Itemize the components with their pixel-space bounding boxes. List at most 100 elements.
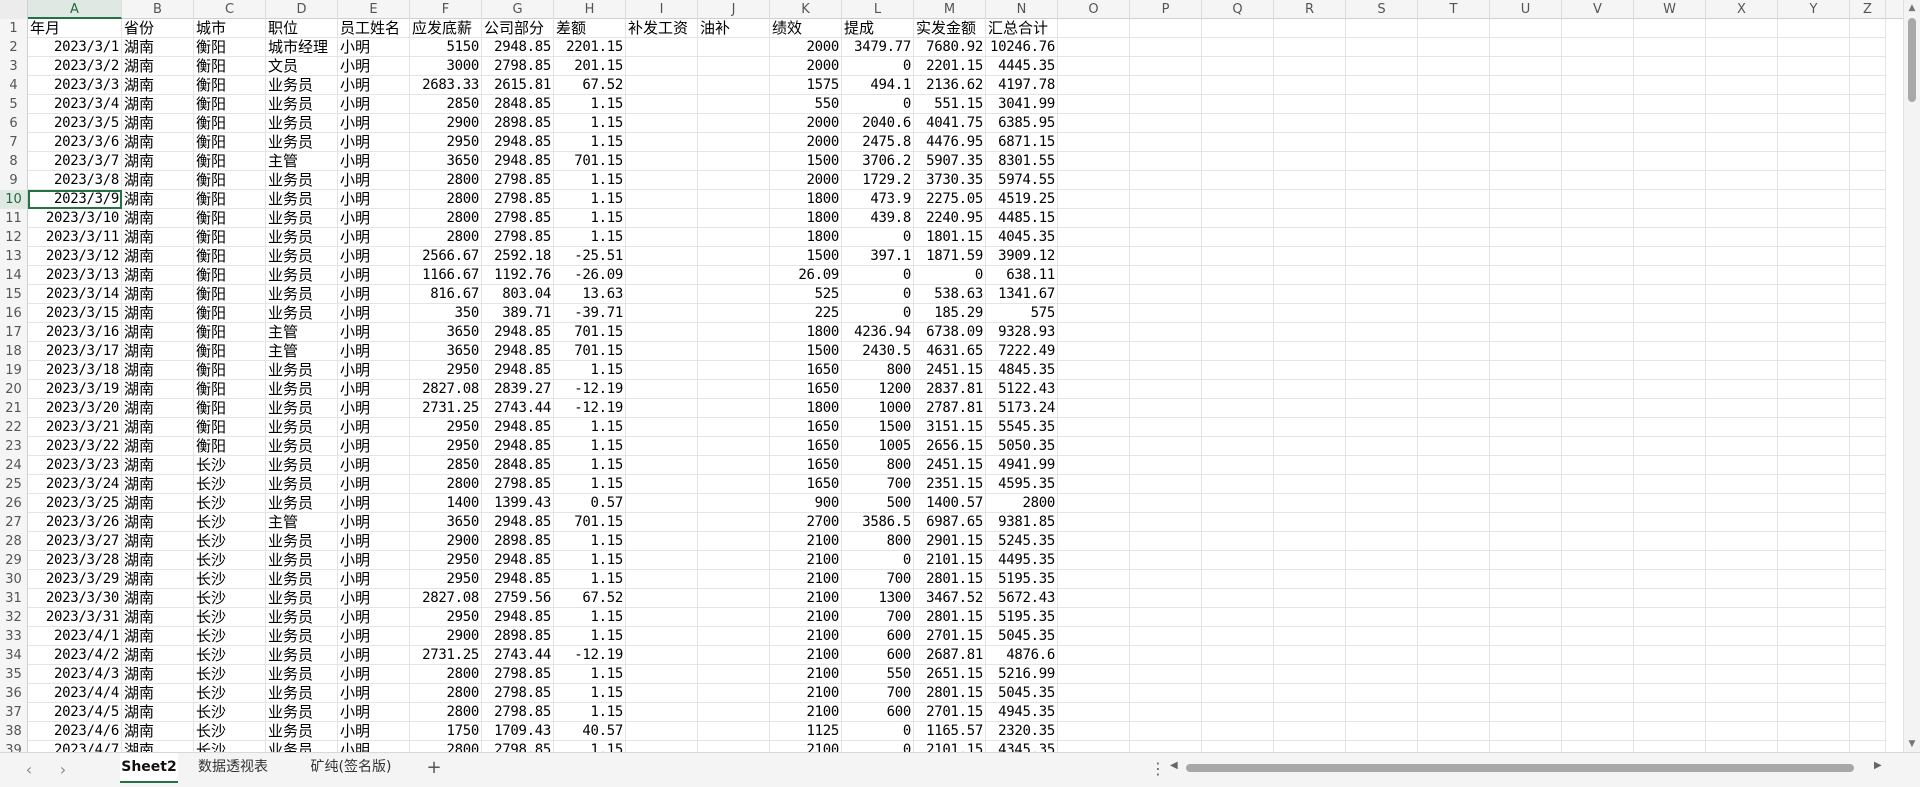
table-cell[interactable]: [698, 342, 770, 361]
table-cell[interactable]: [1274, 209, 1346, 228]
table-cell[interactable]: [1562, 475, 1634, 494]
table-cell[interactable]: [1850, 513, 1886, 532]
table-cell[interactable]: 2023/3/20: [28, 399, 122, 418]
table-cell[interactable]: [1706, 570, 1778, 589]
table-cell[interactable]: 2800: [410, 228, 482, 247]
table-cell[interactable]: [1706, 266, 1778, 285]
table-cell[interactable]: [1202, 152, 1274, 171]
table-cell[interactable]: 长沙: [194, 532, 266, 551]
table-cell[interactable]: [1562, 703, 1634, 722]
table-cell[interactable]: 2898.85: [482, 627, 554, 646]
table-cell[interactable]: [1346, 722, 1418, 741]
table-cell[interactable]: [698, 437, 770, 456]
table-cell[interactable]: [1706, 646, 1778, 665]
row-header-18[interactable]: 18: [0, 342, 28, 361]
table-cell[interactable]: 2023/4/5: [28, 703, 122, 722]
column-header-c[interactable]: C: [194, 0, 266, 19]
table-cell[interactable]: 185.29: [914, 304, 986, 323]
row-header-32[interactable]: 32: [0, 608, 28, 627]
chevron-left-icon[interactable]: ‹: [20, 761, 38, 779]
table-cell[interactable]: 3041.99: [986, 95, 1058, 114]
column-header-h[interactable]: H: [554, 0, 626, 19]
table-cell[interactable]: 湖南: [122, 114, 194, 133]
table-cell[interactable]: 4345.35: [986, 741, 1058, 752]
table-cell[interactable]: 0: [842, 551, 914, 570]
table-cell[interactable]: 长沙: [194, 608, 266, 627]
table-cell[interactable]: 2023/3/23: [28, 456, 122, 475]
table-cell[interactable]: [1634, 627, 1706, 646]
table-cell[interactable]: [1202, 304, 1274, 323]
table-cell[interactable]: 2023/3/24: [28, 475, 122, 494]
table-cell[interactable]: [1778, 304, 1850, 323]
table-cell[interactable]: [1490, 95, 1562, 114]
table-cell[interactable]: 业务员: [266, 76, 338, 95]
table-cell[interactable]: [698, 665, 770, 684]
table-cell[interactable]: [1562, 38, 1634, 57]
table-cell[interactable]: [1202, 380, 1274, 399]
table-cell[interactable]: [1562, 247, 1634, 266]
table-cell[interactable]: [1130, 532, 1202, 551]
table-cell[interactable]: 业务员: [266, 133, 338, 152]
table-cell[interactable]: 2100: [770, 570, 842, 589]
table-cell[interactable]: [1418, 57, 1490, 76]
table-cell[interactable]: [1706, 304, 1778, 323]
table-cell[interactable]: [1562, 76, 1634, 95]
table-cell[interactable]: 2320.35: [986, 722, 1058, 741]
table-cell[interactable]: [1778, 703, 1850, 722]
row-header-21[interactable]: 21: [0, 399, 28, 418]
table-cell[interactable]: [1850, 551, 1886, 570]
table-cell[interactable]: [1706, 342, 1778, 361]
table-cell[interactable]: [626, 703, 698, 722]
table-cell[interactable]: 湖南: [122, 722, 194, 741]
table-cell[interactable]: 湖南: [122, 665, 194, 684]
table-cell[interactable]: 67.52: [554, 76, 626, 95]
table-cell[interactable]: [1850, 722, 1886, 741]
table-cell[interactable]: [1562, 513, 1634, 532]
table-cell[interactable]: 2275.05: [914, 190, 986, 209]
table-cell[interactable]: [1706, 399, 1778, 418]
table-cell[interactable]: 2839.27: [482, 380, 554, 399]
table-cell[interactable]: 4876.6: [986, 646, 1058, 665]
table-cell[interactable]: 2683.33: [410, 76, 482, 95]
table-cell[interactable]: [1634, 190, 1706, 209]
table-cell[interactable]: [1706, 38, 1778, 57]
table-cell[interactable]: 2023/3/10: [28, 209, 122, 228]
table-cell[interactable]: [626, 95, 698, 114]
table-cell[interactable]: 0: [842, 266, 914, 285]
header-cell[interactable]: [1778, 19, 1850, 38]
table-cell[interactable]: [1634, 513, 1706, 532]
table-cell[interactable]: 湖南: [122, 570, 194, 589]
table-cell[interactable]: [1202, 627, 1274, 646]
table-cell[interactable]: 3706.2: [842, 152, 914, 171]
table-cell[interactable]: 小明: [338, 361, 410, 380]
table-cell[interactable]: 803.04: [482, 285, 554, 304]
table-cell[interactable]: [1634, 684, 1706, 703]
table-cell[interactable]: [1418, 323, 1490, 342]
table-cell[interactable]: [1562, 209, 1634, 228]
table-cell[interactable]: [1130, 247, 1202, 266]
table-cell[interactable]: 1650: [770, 418, 842, 437]
table-cell[interactable]: [1490, 190, 1562, 209]
table-cell[interactable]: 业务员: [266, 665, 338, 684]
table-cell[interactable]: [1562, 323, 1634, 342]
table-cell[interactable]: [1706, 494, 1778, 513]
table-cell[interactable]: 2798.85: [482, 475, 554, 494]
table-cell[interactable]: [698, 513, 770, 532]
table-cell[interactable]: [1778, 95, 1850, 114]
table-cell[interactable]: [1634, 741, 1706, 752]
table-cell[interactable]: [1850, 114, 1886, 133]
table-cell[interactable]: 1.15: [554, 361, 626, 380]
table-cell[interactable]: [1634, 209, 1706, 228]
table-cell[interactable]: 5173.24: [986, 399, 1058, 418]
table-cell[interactable]: [626, 532, 698, 551]
table-cell[interactable]: 小明: [338, 532, 410, 551]
table-cell[interactable]: [1130, 456, 1202, 475]
table-cell[interactable]: 业务员: [266, 456, 338, 475]
table-cell[interactable]: [698, 38, 770, 57]
table-cell[interactable]: [1634, 475, 1706, 494]
table-cell[interactable]: [1058, 475, 1130, 494]
row-header-5[interactable]: 5: [0, 95, 28, 114]
table-cell[interactable]: [1706, 722, 1778, 741]
table-cell[interactable]: [1634, 665, 1706, 684]
header-cell[interactable]: 差额: [554, 19, 626, 38]
